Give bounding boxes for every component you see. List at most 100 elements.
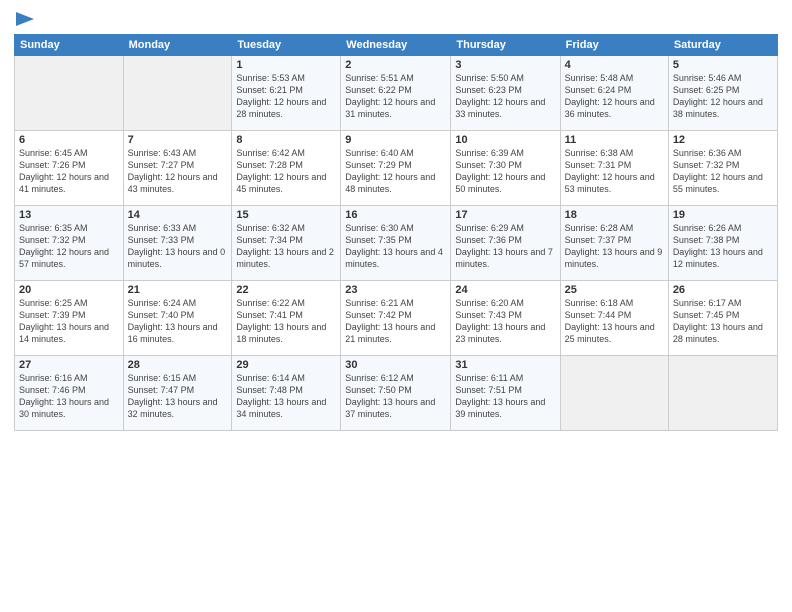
day-number: 27 [19, 359, 119, 371]
calendar-cell: 17Sunrise: 6:29 AMSunset: 7:36 PMDayligh… [451, 206, 560, 281]
page-container: SundayMondayTuesdayWednesdayThursdayFrid… [0, 0, 792, 612]
day-number: 13 [19, 209, 119, 221]
day-info: Sunrise: 6:14 AMSunset: 7:48 PMDaylight:… [236, 372, 336, 421]
calendar-cell: 2Sunrise: 5:51 AMSunset: 6:22 PMDaylight… [341, 56, 451, 131]
calendar-cell: 8Sunrise: 6:42 AMSunset: 7:28 PMDaylight… [232, 131, 341, 206]
calendar-cell: 18Sunrise: 6:28 AMSunset: 7:37 PMDayligh… [560, 206, 668, 281]
day-number: 29 [236, 359, 336, 371]
day-info: Sunrise: 6:32 AMSunset: 7:34 PMDaylight:… [236, 222, 336, 271]
calendar-cell [15, 56, 124, 131]
calendar-cell: 20Sunrise: 6:25 AMSunset: 7:39 PMDayligh… [15, 281, 124, 356]
day-number: 8 [236, 134, 336, 146]
day-info: Sunrise: 6:29 AMSunset: 7:36 PMDaylight:… [455, 222, 555, 271]
calendar-cell: 21Sunrise: 6:24 AMSunset: 7:40 PMDayligh… [123, 281, 232, 356]
calendar-cell [123, 56, 232, 131]
day-number: 31 [455, 359, 555, 371]
day-number: 30 [345, 359, 446, 371]
calendar-cell [560, 356, 668, 431]
calendar-cell: 31Sunrise: 6:11 AMSunset: 7:51 PMDayligh… [451, 356, 560, 431]
day-number: 3 [455, 59, 555, 71]
calendar-cell: 24Sunrise: 6:20 AMSunset: 7:43 PMDayligh… [451, 281, 560, 356]
day-number: 23 [345, 284, 446, 296]
day-info: Sunrise: 6:43 AMSunset: 7:27 PMDaylight:… [128, 147, 228, 196]
calendar-cell: 16Sunrise: 6:30 AMSunset: 7:35 PMDayligh… [341, 206, 451, 281]
day-number: 21 [128, 284, 228, 296]
day-number: 14 [128, 209, 228, 221]
calendar-cell: 28Sunrise: 6:15 AMSunset: 7:47 PMDayligh… [123, 356, 232, 431]
calendar-cell: 23Sunrise: 6:21 AMSunset: 7:42 PMDayligh… [341, 281, 451, 356]
day-number: 1 [236, 59, 336, 71]
day-number: 9 [345, 134, 446, 146]
day-info: Sunrise: 5:48 AMSunset: 6:24 PMDaylight:… [565, 72, 664, 121]
calendar-cell: 27Sunrise: 6:16 AMSunset: 7:46 PMDayligh… [15, 356, 124, 431]
day-info: Sunrise: 6:39 AMSunset: 7:30 PMDaylight:… [455, 147, 555, 196]
calendar-cell: 11Sunrise: 6:38 AMSunset: 7:31 PMDayligh… [560, 131, 668, 206]
day-info: Sunrise: 6:21 AMSunset: 7:42 PMDaylight:… [345, 297, 446, 346]
day-info: Sunrise: 6:38 AMSunset: 7:31 PMDaylight:… [565, 147, 664, 196]
calendar-cell: 22Sunrise: 6:22 AMSunset: 7:41 PMDayligh… [232, 281, 341, 356]
day-info: Sunrise: 5:50 AMSunset: 6:23 PMDaylight:… [455, 72, 555, 121]
day-number: 12 [673, 134, 773, 146]
calendar-cell: 1Sunrise: 5:53 AMSunset: 6:21 PMDaylight… [232, 56, 341, 131]
day-number: 2 [345, 59, 446, 71]
calendar-cell: 5Sunrise: 5:46 AMSunset: 6:25 PMDaylight… [668, 56, 777, 131]
calendar-cell: 9Sunrise: 6:40 AMSunset: 7:29 PMDaylight… [341, 131, 451, 206]
calendar-cell: 19Sunrise: 6:26 AMSunset: 7:38 PMDayligh… [668, 206, 777, 281]
logo [14, 12, 34, 26]
day-number: 22 [236, 284, 336, 296]
weekday-header: Monday [123, 35, 232, 56]
day-info: Sunrise: 6:26 AMSunset: 7:38 PMDaylight:… [673, 222, 773, 271]
day-info: Sunrise: 6:24 AMSunset: 7:40 PMDaylight:… [128, 297, 228, 346]
day-number: 19 [673, 209, 773, 221]
day-number: 26 [673, 284, 773, 296]
day-number: 4 [565, 59, 664, 71]
weekday-header: Sunday [15, 35, 124, 56]
day-info: Sunrise: 6:42 AMSunset: 7:28 PMDaylight:… [236, 147, 336, 196]
weekday-header: Wednesday [341, 35, 451, 56]
calendar-week-row: 27Sunrise: 6:16 AMSunset: 7:46 PMDayligh… [15, 356, 778, 431]
calendar-week-row: 20Sunrise: 6:25 AMSunset: 7:39 PMDayligh… [15, 281, 778, 356]
day-number: 20 [19, 284, 119, 296]
calendar-cell: 10Sunrise: 6:39 AMSunset: 7:30 PMDayligh… [451, 131, 560, 206]
day-number: 11 [565, 134, 664, 146]
day-info: Sunrise: 6:45 AMSunset: 7:26 PMDaylight:… [19, 147, 119, 196]
weekday-header: Thursday [451, 35, 560, 56]
day-number: 28 [128, 359, 228, 371]
day-info: Sunrise: 6:22 AMSunset: 7:41 PMDaylight:… [236, 297, 336, 346]
calendar-cell: 3Sunrise: 5:50 AMSunset: 6:23 PMDaylight… [451, 56, 560, 131]
day-info: Sunrise: 6:20 AMSunset: 7:43 PMDaylight:… [455, 297, 555, 346]
day-number: 18 [565, 209, 664, 221]
weekday-header: Saturday [668, 35, 777, 56]
day-number: 16 [345, 209, 446, 221]
calendar-cell: 26Sunrise: 6:17 AMSunset: 7:45 PMDayligh… [668, 281, 777, 356]
calendar-cell: 15Sunrise: 6:32 AMSunset: 7:34 PMDayligh… [232, 206, 341, 281]
calendar-cell: 13Sunrise: 6:35 AMSunset: 7:32 PMDayligh… [15, 206, 124, 281]
calendar-header-row: SundayMondayTuesdayWednesdayThursdayFrid… [15, 35, 778, 56]
day-info: Sunrise: 6:11 AMSunset: 7:51 PMDaylight:… [455, 372, 555, 421]
day-info: Sunrise: 5:53 AMSunset: 6:21 PMDaylight:… [236, 72, 336, 121]
day-info: Sunrise: 6:16 AMSunset: 7:46 PMDaylight:… [19, 372, 119, 421]
day-info: Sunrise: 6:17 AMSunset: 7:45 PMDaylight:… [673, 297, 773, 346]
day-number: 15 [236, 209, 336, 221]
day-info: Sunrise: 6:36 AMSunset: 7:32 PMDaylight:… [673, 147, 773, 196]
day-info: Sunrise: 6:12 AMSunset: 7:50 PMDaylight:… [345, 372, 446, 421]
day-info: Sunrise: 6:33 AMSunset: 7:33 PMDaylight:… [128, 222, 228, 271]
day-number: 25 [565, 284, 664, 296]
day-info: Sunrise: 6:25 AMSunset: 7:39 PMDaylight:… [19, 297, 119, 346]
calendar-week-row: 13Sunrise: 6:35 AMSunset: 7:32 PMDayligh… [15, 206, 778, 281]
calendar-cell: 25Sunrise: 6:18 AMSunset: 7:44 PMDayligh… [560, 281, 668, 356]
day-info: Sunrise: 6:35 AMSunset: 7:32 PMDaylight:… [19, 222, 119, 271]
logo-arrow-icon [16, 12, 34, 26]
calendar-cell: 12Sunrise: 6:36 AMSunset: 7:32 PMDayligh… [668, 131, 777, 206]
weekday-header: Tuesday [232, 35, 341, 56]
calendar-cell: 7Sunrise: 6:43 AMSunset: 7:27 PMDaylight… [123, 131, 232, 206]
day-info: Sunrise: 5:46 AMSunset: 6:25 PMDaylight:… [673, 72, 773, 121]
calendar-cell: 4Sunrise: 5:48 AMSunset: 6:24 PMDaylight… [560, 56, 668, 131]
calendar-week-row: 1Sunrise: 5:53 AMSunset: 6:21 PMDaylight… [15, 56, 778, 131]
calendar-cell [668, 356, 777, 431]
calendar-week-row: 6Sunrise: 6:45 AMSunset: 7:26 PMDaylight… [15, 131, 778, 206]
day-number: 17 [455, 209, 555, 221]
calendar-cell: 14Sunrise: 6:33 AMSunset: 7:33 PMDayligh… [123, 206, 232, 281]
day-number: 5 [673, 59, 773, 71]
day-info: Sunrise: 6:30 AMSunset: 7:35 PMDaylight:… [345, 222, 446, 271]
